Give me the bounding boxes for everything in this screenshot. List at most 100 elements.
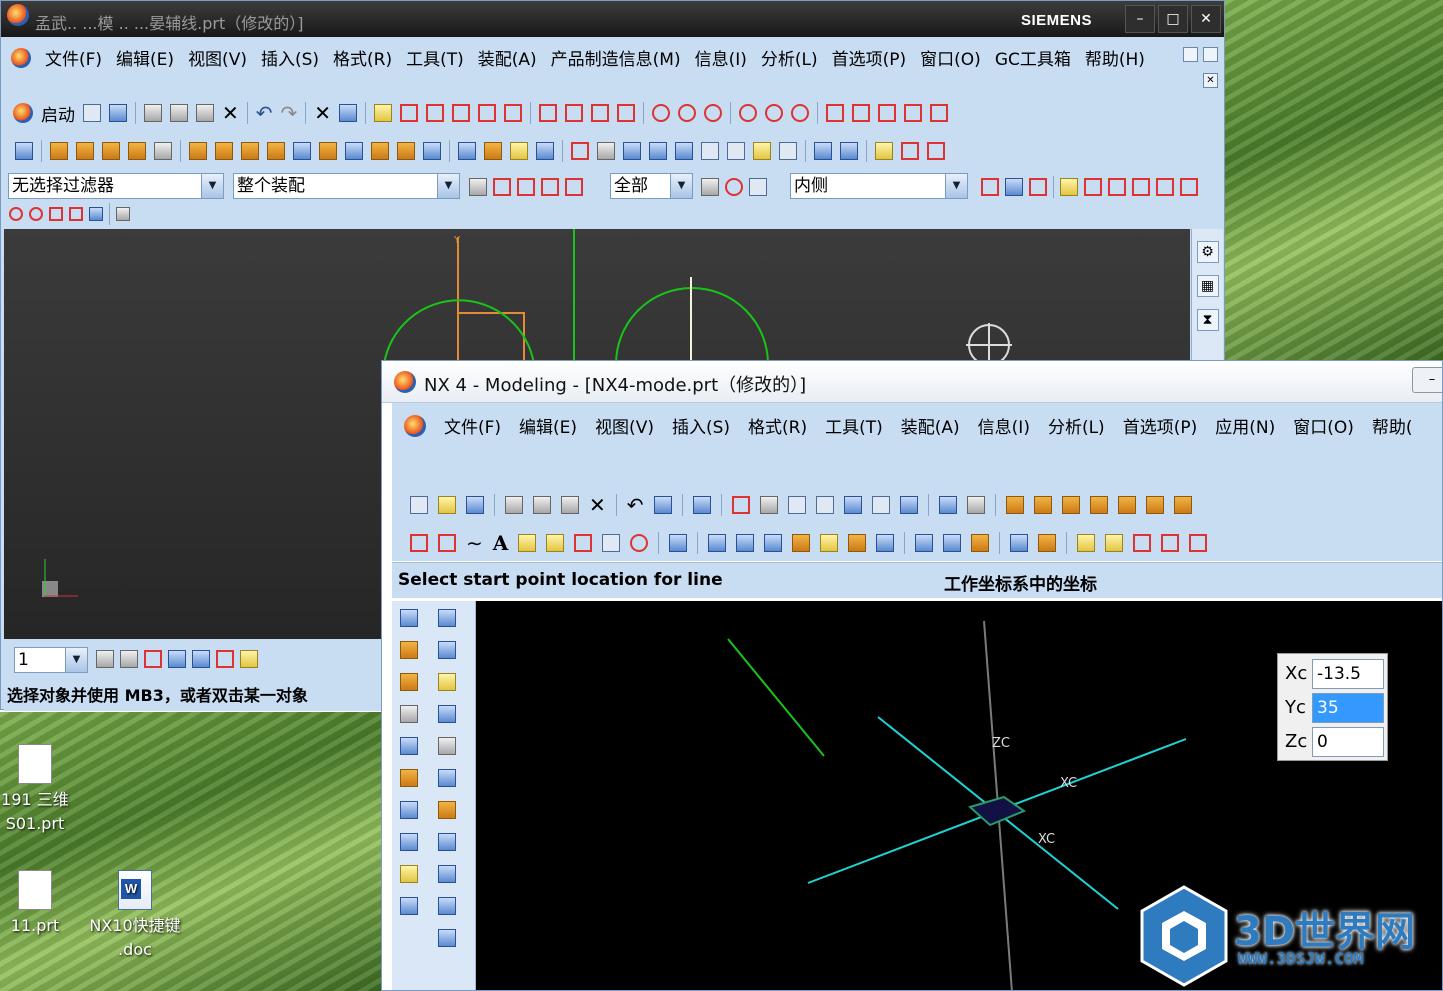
zoom-in-out-icon[interactable] xyxy=(815,496,834,514)
thicken-icon[interactable] xyxy=(1038,534,1057,552)
paste-icon[interactable] xyxy=(196,104,214,122)
front-menu-item[interactable]: 文件(F) xyxy=(444,413,501,438)
filter-icon[interactable] xyxy=(469,178,487,196)
spline-icon[interactable]: ∼ xyxy=(466,531,483,555)
render-mode-icon[interactable] xyxy=(966,496,985,514)
layer-settings-icon[interactable] xyxy=(96,650,114,668)
roles-icon[interactable] xyxy=(400,833,418,851)
front-menu-item[interactable]: 编辑(E) xyxy=(519,413,577,438)
spline-icon[interactable] xyxy=(504,104,523,122)
box-select-icon[interactable] xyxy=(749,178,767,196)
boss-tool-icon[interactable] xyxy=(438,769,456,787)
back-menu-item[interactable]: 工具(T) xyxy=(406,45,464,70)
mesh-c-icon[interactable] xyxy=(971,534,990,552)
revolve-icon[interactable] xyxy=(76,142,94,160)
snap-point-icon[interactable] xyxy=(9,207,23,221)
circle-icon[interactable] xyxy=(652,104,671,122)
point-curve-icon[interactable] xyxy=(438,534,456,552)
part-navigator-icon[interactable] xyxy=(400,641,418,659)
cylinder-tool-icon[interactable] xyxy=(438,641,456,659)
shell-icon[interactable] xyxy=(293,142,311,160)
snap-line-icon[interactable] xyxy=(69,207,83,221)
chevron-down-icon[interactable]: ▼ xyxy=(201,174,223,198)
chevron-down-icon[interactable]: ▼ xyxy=(670,174,692,198)
undo-icon[interactable]: ↶ xyxy=(256,101,273,125)
wcs-origin-icon[interactable] xyxy=(144,650,162,668)
text-icon[interactable]: A xyxy=(493,531,509,555)
delete-icon[interactable]: ✕ xyxy=(222,101,239,125)
divide-curve-icon[interactable] xyxy=(927,142,945,160)
parallel-lines-icon[interactable] xyxy=(452,104,471,122)
save-icon[interactable] xyxy=(109,104,127,122)
measure-icon[interactable] xyxy=(875,142,893,160)
restore-doc-icon[interactable] xyxy=(1183,47,1198,62)
chevron-down-icon[interactable]: ▼ xyxy=(437,174,459,198)
feature-b-icon[interactable] xyxy=(1033,496,1052,514)
snap-extra-icon[interactable] xyxy=(89,207,103,221)
cylinder-icon[interactable] xyxy=(15,142,33,160)
selection-filter-combo[interactable]: 无选择过滤器 ▼ xyxy=(8,173,224,199)
sheet-icon[interactable] xyxy=(1010,534,1029,552)
back-menu-item[interactable]: 帮助(H) xyxy=(1085,45,1145,70)
line-point-icon[interactable] xyxy=(826,104,845,122)
trim-icon[interactable] xyxy=(1105,534,1124,552)
slot-tool-icon[interactable] xyxy=(438,865,456,883)
iso-view-icon[interactable] xyxy=(623,142,641,160)
offset-icon[interactable] xyxy=(345,142,363,160)
snap-end-icon[interactable] xyxy=(1084,178,1102,196)
shaded-icon[interactable] xyxy=(649,142,667,160)
display-mode-icon[interactable] xyxy=(938,496,957,514)
back-menu-item[interactable]: 格式(R) xyxy=(333,45,392,70)
back-menu-item[interactable]: 窗口(O) xyxy=(920,45,981,70)
back-menu-item[interactable]: 分析(L) xyxy=(761,45,818,70)
wcs-icon[interactable] xyxy=(814,142,832,160)
settings-gear-icon[interactable]: ⚙ xyxy=(1196,241,1219,263)
snap-point-icon[interactable] xyxy=(653,496,672,514)
block-tool-icon[interactable] xyxy=(438,609,456,627)
chamfer-curve-icon[interactable] xyxy=(591,104,610,122)
tube-tool-icon[interactable] xyxy=(438,737,456,755)
view-orient-icon[interactable] xyxy=(597,142,615,160)
history-icon[interactable] xyxy=(400,705,418,723)
ribs-tool-icon[interactable] xyxy=(438,929,456,947)
desktop-file-prt-2[interactable]: 11.prt xyxy=(0,870,72,938)
stop-icon[interactable] xyxy=(701,178,719,196)
surface-icon[interactable] xyxy=(458,142,476,160)
circle-center-icon[interactable] xyxy=(739,104,758,122)
desktop-file-doc[interactable]: NX10快捷键 .doc xyxy=(80,870,190,962)
web-browser-icon[interactable] xyxy=(400,769,418,787)
feature-g-icon[interactable] xyxy=(1173,496,1192,514)
fit-view-icon[interactable] xyxy=(571,142,589,160)
feature-f-icon[interactable] xyxy=(1145,496,1164,514)
snap-table-icon[interactable] xyxy=(116,207,130,221)
back-menu-item[interactable]: 装配(A) xyxy=(478,45,537,70)
help-icon[interactable] xyxy=(400,897,418,915)
front-menu-item[interactable]: 格式(R) xyxy=(748,413,807,438)
layer-move-icon[interactable] xyxy=(120,650,138,668)
array-icon[interactable] xyxy=(241,142,259,160)
surface-c-icon[interactable] xyxy=(764,534,783,552)
layer-combo[interactable]: 1 ▼ xyxy=(14,647,88,673)
chamfer-icon[interactable] xyxy=(423,142,441,160)
zoom-icon[interactable] xyxy=(787,496,806,514)
snap-icon[interactable] xyxy=(493,178,511,196)
feature-e-icon[interactable] xyxy=(1117,496,1136,514)
fit-icon[interactable] xyxy=(731,496,750,514)
feature-a-icon[interactable] xyxy=(1005,496,1024,514)
hole-icon[interactable] xyxy=(128,142,146,160)
select-feature-icon[interactable] xyxy=(565,178,583,196)
front-menu-item[interactable]: 应用(N) xyxy=(1215,413,1275,438)
pattern-icon[interactable] xyxy=(189,142,207,160)
delete-object-icon[interactable]: ✕ xyxy=(314,101,331,125)
front-menu-item[interactable]: 装配(A) xyxy=(901,413,960,438)
delete-icon[interactable]: ✕ xyxy=(589,493,606,517)
groove-tool-icon[interactable] xyxy=(438,897,456,915)
hidden-edges-icon[interactable] xyxy=(727,142,745,160)
snap-center-icon[interactable] xyxy=(725,178,743,196)
chevron-down-icon[interactable]: ▼ xyxy=(945,174,967,198)
render-style-icon[interactable] xyxy=(753,142,771,160)
start-menu-button[interactable]: 启动 xyxy=(41,101,75,126)
back-titlebar[interactable]: 孟武.. ...模 .. ...晏辅线.prt（修改的）] SIEMENS – … xyxy=(1,1,1224,37)
selection-inside-combo[interactable]: 内侧 ▼ xyxy=(790,173,968,199)
divide-icon[interactable] xyxy=(1133,534,1152,552)
